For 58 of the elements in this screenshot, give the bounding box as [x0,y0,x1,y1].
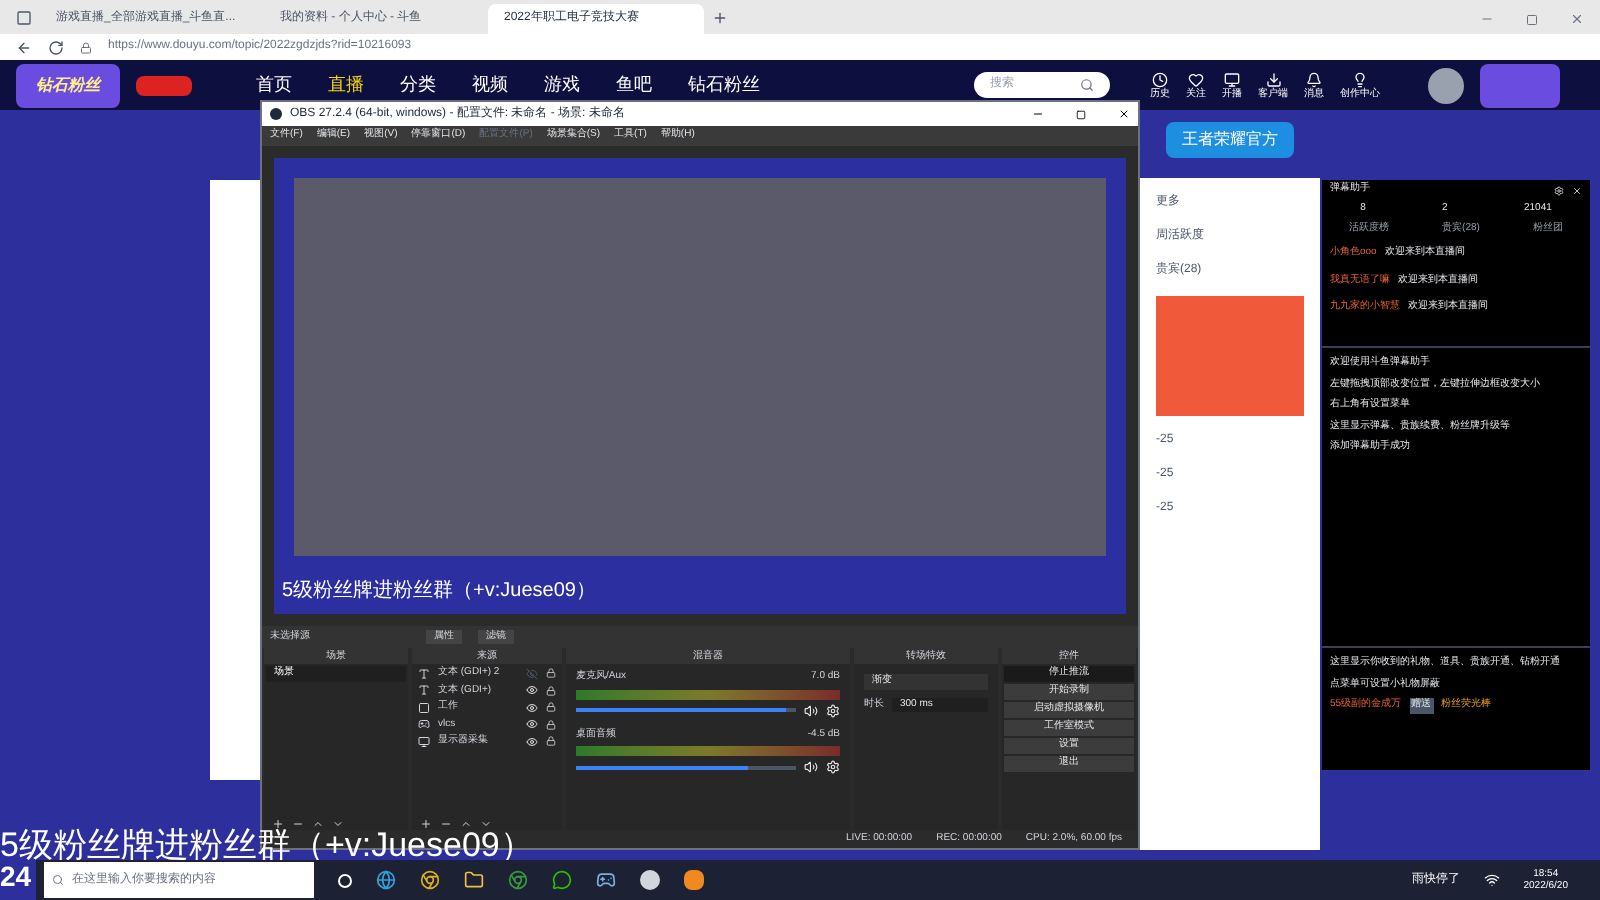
nav-item[interactable]: 首页 [256,71,292,99]
app-tile-icon[interactable] [684,870,704,890]
corner-number: 24 [0,862,32,890]
nav-item[interactable]: 游戏 [544,71,580,99]
minimize-icon[interactable] [1032,108,1044,120]
lock-icon[interactable] [546,736,556,747]
search-icon[interactable] [1080,78,1094,92]
close-icon[interactable] [1118,108,1130,120]
nav-item[interactable]: 鱼吧 [616,71,652,99]
gamepad-icon[interactable] [596,870,616,890]
up-icon[interactable] [460,818,472,830]
add-icon[interactable] [272,818,284,830]
nav-tool-icon [1265,71,1281,87]
tab-actions-icon[interactable] [16,10,32,26]
site-logo-badge[interactable]: 钻石粉丝 [16,63,120,107]
settings-icon[interactable] [1554,185,1564,195]
search-icon [52,874,64,886]
source-type-icon [418,667,430,680]
new-tab-icon[interactable] [712,10,728,26]
nav-tool-icon [1306,71,1322,87]
source-type-icon [418,701,430,714]
nav-tool-icon [1188,71,1204,87]
settings-icon[interactable] [826,760,840,774]
lock-icon[interactable] [546,685,556,696]
down-icon[interactable] [480,818,492,830]
remove-icon[interactable] [292,818,304,830]
nav-tool-icon [1224,71,1240,87]
wifi-icon[interactable] [1483,872,1500,888]
remove-icon[interactable] [440,818,452,830]
settings-icon[interactable] [826,703,840,717]
maximize-icon[interactable] [1526,14,1538,26]
preview-caption: 5级粉丝牌进粉丝群（+v:Juese09） [280,577,598,606]
lock-icon[interactable] [546,702,556,713]
nav-tool-icon [1152,71,1168,87]
nav-tool-icon [1352,71,1368,87]
source-type-icon [418,718,430,731]
maximize-icon[interactable] [1076,109,1086,119]
lock-icon [80,41,92,53]
down-icon[interactable] [332,818,344,830]
obs-logo-icon [270,108,282,120]
nav-item[interactable]: 视频 [472,71,508,99]
back-icon[interactable] [16,39,32,55]
reload-icon[interactable] [48,39,64,55]
chat-icon[interactable] [552,870,572,890]
source-type-icon [418,684,430,697]
nav-item[interactable]: 直播 [328,71,364,99]
task-view-icon[interactable] [338,873,352,887]
speaker-icon[interactable] [804,703,818,717]
nav-item[interactable]: 分类 [400,71,436,99]
up-icon[interactable] [312,818,324,830]
speaker-icon[interactable] [804,760,818,774]
avatar[interactable] [1428,67,1464,103]
lock-icon[interactable] [546,668,556,679]
add-icon[interactable] [420,818,432,830]
folder-icon[interactable] [464,870,484,890]
nav-item[interactable]: 钻石粉丝 [688,71,760,99]
source-type-icon [418,735,430,748]
lock-icon[interactable] [546,719,556,730]
